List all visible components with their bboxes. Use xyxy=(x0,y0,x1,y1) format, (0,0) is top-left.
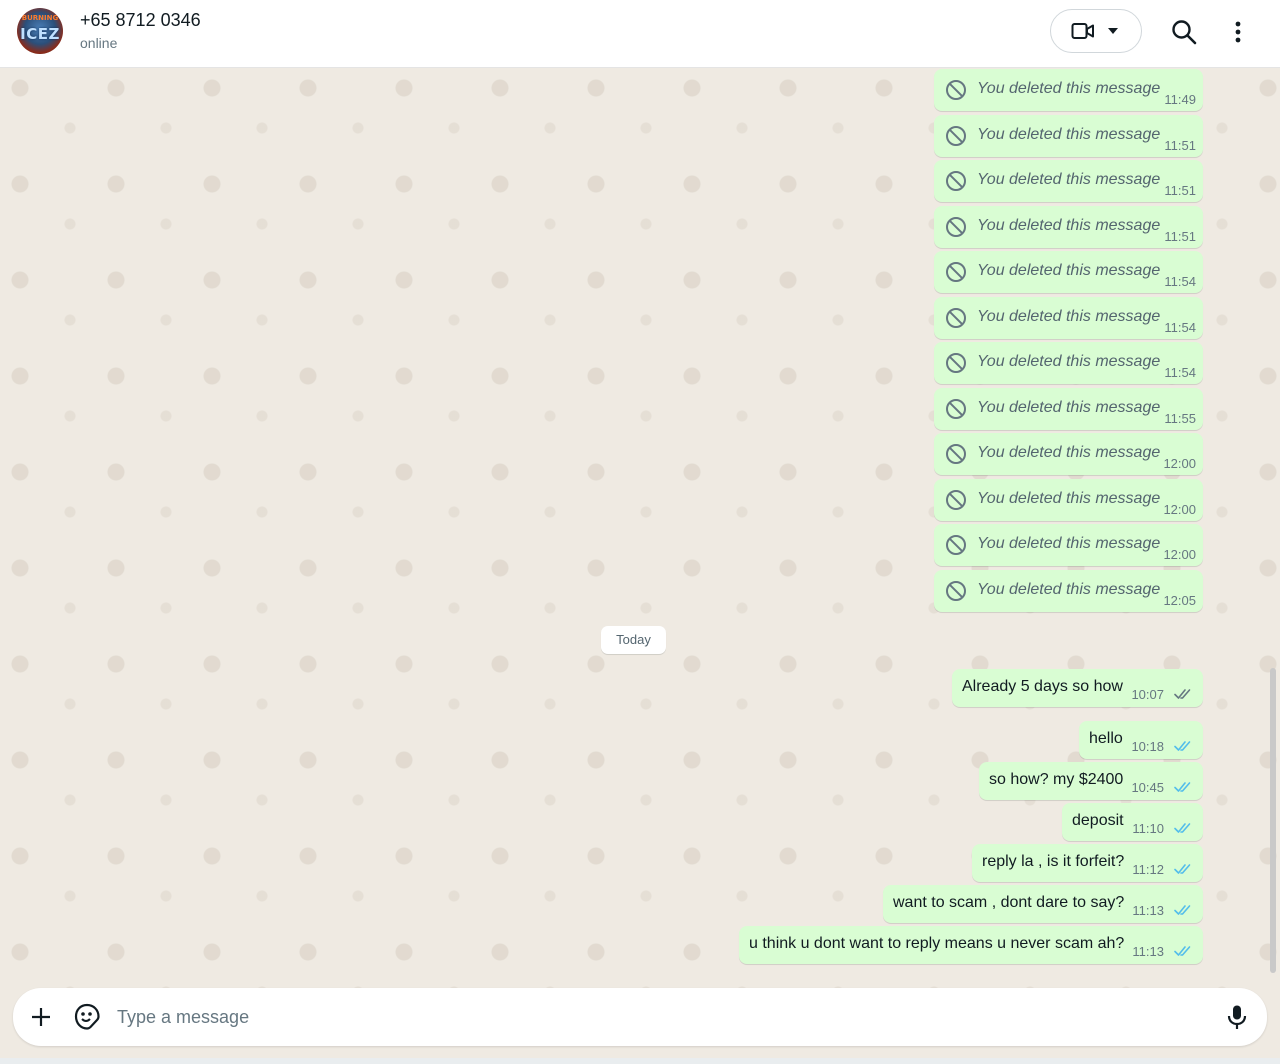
deleted-message-icon xyxy=(946,80,966,100)
deleted-message-icon xyxy=(946,353,966,373)
deleted-message-bubble[interactable]: You deleted this message 12:05 xyxy=(934,569,1203,612)
date-divider: Today xyxy=(601,626,666,654)
deleted-message-bubble[interactable]: You deleted this message 11:51 xyxy=(934,205,1203,248)
message-text: reply la , is it forfeit? xyxy=(982,853,1125,870)
deleted-message-text: You deleted this message xyxy=(977,125,1161,143)
plus-icon[interactable] xyxy=(29,1005,53,1029)
deleted-message-icon xyxy=(946,125,966,146)
video-camera-icon xyxy=(1071,23,1094,39)
message-text: Already 5 days so how xyxy=(962,678,1123,695)
message-timestamp: 12:00 xyxy=(1163,501,1196,517)
outgoing-message-bubble[interactable]: u think u dont want to reply means u nev… xyxy=(739,926,1203,964)
contact-avatar[interactable]: BURNING ICEZ xyxy=(17,8,63,54)
deleted-message-text: You deleted this message xyxy=(977,80,1161,97)
deleted-message-text: You deleted this message xyxy=(977,216,1161,234)
deleted-message-bubble[interactable]: You deleted this message 12:00 xyxy=(934,524,1203,566)
double-tick-icon xyxy=(1174,689,1191,699)
deleted-message-icon xyxy=(946,398,966,419)
message-text: hello xyxy=(1089,730,1123,747)
message-timestamp: 12:00 xyxy=(1163,456,1196,471)
message-text: deposit xyxy=(1072,812,1124,829)
microphone-icon[interactable] xyxy=(1226,1004,1248,1030)
outgoing-message-bubble[interactable]: reply la , is it forfeit? 11:12 xyxy=(972,844,1203,882)
chat-header: BURNING ICEZ +65 8712 0346 online xyxy=(0,0,1280,68)
double-tick-icon xyxy=(1174,782,1191,792)
deleted-message-icon xyxy=(946,216,966,237)
sticker-icon[interactable] xyxy=(74,1003,100,1031)
deleted-message-bubble[interactable]: You deleted this message 11:51 xyxy=(934,114,1203,157)
avatar-logo-text-main: ICEZ xyxy=(20,25,60,43)
deleted-message-bubble[interactable]: You deleted this message 12:00 xyxy=(934,433,1203,475)
outgoing-message-bubble[interactable]: so how? my $2400 10:45 xyxy=(979,762,1203,800)
chat-scrollbar[interactable] xyxy=(1270,668,1276,973)
message-timestamp: 11:13 xyxy=(1132,903,1164,918)
deleted-message-bubble[interactable]: You deleted this message 12:00 xyxy=(934,478,1203,521)
double-tick-icon xyxy=(1174,741,1191,751)
message-timestamp: 11:13 xyxy=(1132,944,1164,959)
double-tick-icon xyxy=(1174,823,1191,833)
deleted-message-icon xyxy=(946,444,966,464)
message-input[interactable] xyxy=(117,1000,1197,1034)
message-timestamp: 11:49 xyxy=(1164,92,1196,107)
message-timestamp: 12:05 xyxy=(1163,592,1196,608)
deleted-message-text: You deleted this message xyxy=(977,171,1161,188)
deleted-message-bubble[interactable]: You deleted this message 11:54 xyxy=(934,296,1203,339)
message-timestamp: 11:51 xyxy=(1164,228,1196,244)
double-tick-icon xyxy=(1174,905,1191,915)
deleted-message-bubble[interactable]: You deleted this message 11:54 xyxy=(934,342,1203,384)
message-composer xyxy=(13,988,1267,1046)
deleted-message-text: You deleted this message xyxy=(977,580,1161,598)
deleted-message-icon xyxy=(946,535,966,555)
deleted-message-icon xyxy=(946,580,966,601)
deleted-message-text: You deleted this message xyxy=(977,353,1161,370)
deleted-message-text: You deleted this message xyxy=(977,398,1161,416)
message-timestamp: 11:10 xyxy=(1132,821,1164,836)
outgoing-message-bubble[interactable]: Already 5 days so how 10:07 xyxy=(952,669,1203,707)
message-timestamp: 10:18 xyxy=(1131,739,1164,754)
message-timestamp: 10:07 xyxy=(1131,687,1164,702)
deleted-message-bubble[interactable]: You deleted this message 11:54 xyxy=(934,251,1203,293)
double-tick-icon xyxy=(1174,864,1191,874)
double-tick-icon xyxy=(1174,946,1191,956)
deleted-message-bubble[interactable]: You deleted this message 11:51 xyxy=(934,160,1203,202)
deleted-message-icon xyxy=(946,262,966,282)
deleted-message-bubble[interactable]: You deleted this message 11:55 xyxy=(934,387,1203,430)
message-timestamp: 11:51 xyxy=(1164,183,1196,198)
message-timestamp: 10:45 xyxy=(1131,780,1164,795)
outgoing-message-bubble[interactable]: want to scam , dont dare to say? 11:13 xyxy=(883,885,1203,923)
chevron-down-icon xyxy=(1108,28,1118,34)
message-text: so how? my $2400 xyxy=(989,771,1124,788)
message-text: u think u dont want to reply means u nev… xyxy=(749,935,1125,952)
video-call-button[interactable] xyxy=(1050,9,1142,53)
message-timestamp: 11:54 xyxy=(1164,319,1196,335)
message-timestamp: 11:54 xyxy=(1164,365,1196,380)
deleted-message-icon xyxy=(946,307,966,328)
contact-name[interactable]: +65 8712 0346 xyxy=(80,10,201,31)
search-icon[interactable] xyxy=(1170,18,1198,46)
deleted-message-icon xyxy=(946,171,966,191)
message-text: want to scam , dont dare to say? xyxy=(893,894,1125,911)
bottom-divider xyxy=(0,1058,1280,1064)
message-timestamp: 11:54 xyxy=(1164,274,1196,289)
message-timestamp: 12:00 xyxy=(1163,547,1196,562)
deleted-message-icon xyxy=(946,489,966,510)
deleted-message-text: You deleted this message xyxy=(977,535,1161,552)
contact-status: online xyxy=(80,35,118,51)
deleted-message-text: You deleted this message xyxy=(977,444,1161,461)
deleted-message-bubble[interactable]: You deleted this message 11:49 xyxy=(934,69,1203,111)
deleted-message-text: You deleted this message xyxy=(977,262,1161,279)
deleted-message-text: You deleted this message xyxy=(977,489,1161,507)
message-timestamp: 11:12 xyxy=(1132,862,1164,877)
more-vertical-icon[interactable] xyxy=(1226,18,1250,46)
outgoing-message-bubble[interactable]: deposit 11:10 xyxy=(1062,803,1203,841)
message-timestamp: 11:55 xyxy=(1164,410,1196,426)
outgoing-message-bubble[interactable]: hello 10:18 xyxy=(1079,721,1203,759)
deleted-message-text: You deleted this message xyxy=(977,307,1161,325)
message-timestamp: 11:51 xyxy=(1164,137,1196,153)
avatar-logo-text-top: BURNING xyxy=(21,14,59,22)
chat-message-area[interactable]: You deleted this message 11:49 You deleted… xyxy=(0,68,1280,988)
